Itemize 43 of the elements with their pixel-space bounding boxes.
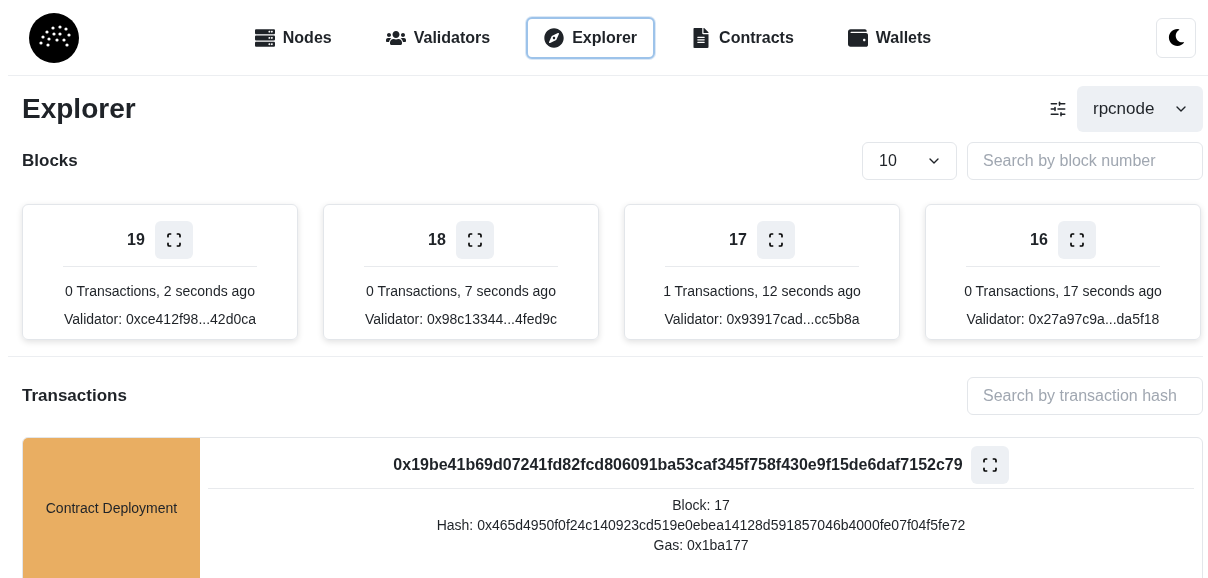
expand-icon	[981, 457, 998, 473]
block-number: 18	[428, 231, 446, 249]
section-title: Transactions	[22, 386, 128, 406]
expand-button[interactable]	[455, 221, 494, 259]
expand-button[interactable]	[756, 221, 795, 259]
sliders-icon[interactable]	[1049, 100, 1067, 118]
document-icon	[691, 27, 712, 48]
transaction-detail: Block: 17	[672, 496, 730, 515]
block-number: 17	[729, 231, 747, 249]
moon-icon	[1167, 29, 1185, 46]
transaction-id: 0x19be41b69d07241fd82fcd806091ba53caf345f758f430e9f15de6daf7152c79	[393, 456, 963, 474]
count-select[interactable]: 10	[862, 142, 957, 180]
expand-icon	[466, 232, 483, 248]
section-title: Blocks	[22, 151, 79, 171]
logo-icon	[29, 12, 79, 63]
node-select[interactable]: rpcnode	[1077, 86, 1203, 132]
block-summary: 1 Transactions, 12 seconds ago	[663, 282, 861, 301]
block-validator: Validator: 0x27a97c9a...da5f18	[966, 310, 1160, 329]
expand-button[interactable]	[1057, 221, 1096, 259]
block-summary: 0 Transactions, 17 seconds ago	[964, 282, 1162, 301]
expand-icon	[165, 232, 182, 248]
wallet-icon	[847, 27, 868, 48]
transaction-detail: Gas: 0x1ba177	[653, 536, 749, 555]
transaction-detail: Hash: 0x465d4950f0f24c140923cd519e0ebea14128d591857046b4000fe07f04f5fe72	[436, 516, 966, 535]
block-number: 19	[127, 231, 145, 249]
page-title: Explorer	[22, 93, 137, 125]
expand-icon	[1068, 232, 1085, 248]
block-summary: 0 Transactions, 2 seconds ago	[65, 282, 255, 301]
transaction-type: Contract Deployment	[23, 438, 200, 578]
block-validator: Validator: 0x98c13344...4fed9c	[365, 310, 557, 329]
nav-tab[interactable]: Explorer	[526, 16, 656, 59]
block-validator: Validator: 0x93917cad...cc5b8a	[664, 310, 860, 329]
expand-button[interactable]	[154, 221, 193, 259]
search-field[interactable]: Search by transaction hash	[967, 377, 1203, 415]
block-summary: 0 Transactions, 7 seconds ago	[366, 282, 556, 301]
compass-icon	[544, 27, 565, 48]
search-field[interactable]: Search by block number	[967, 142, 1203, 180]
expand-icon	[767, 232, 784, 248]
expand-button[interactable]	[970, 446, 1009, 484]
block-validator: Validator: 0xce412f98...42d0ca	[64, 310, 256, 329]
server-icon	[254, 27, 275, 48]
block-number: 16	[1030, 231, 1048, 249]
theme-toggle-button[interactable]	[1156, 17, 1196, 58]
